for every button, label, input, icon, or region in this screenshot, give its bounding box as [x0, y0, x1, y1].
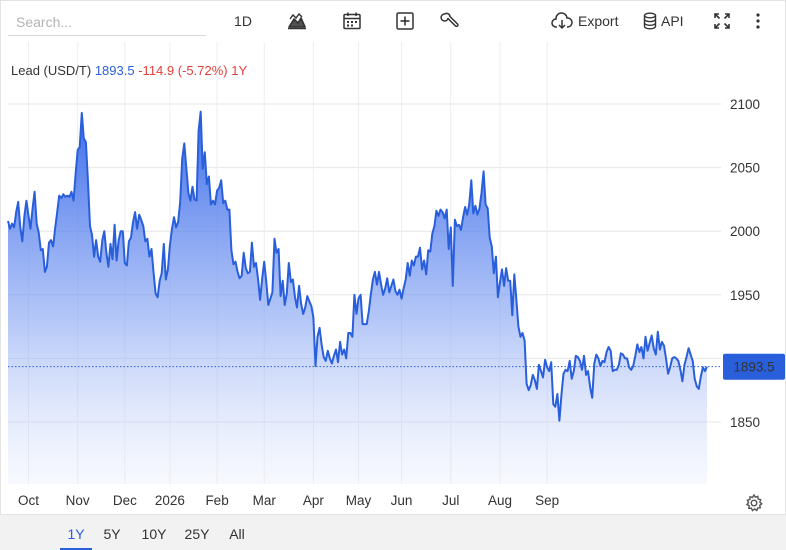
range-button-25y[interactable]: 25Y [180, 515, 214, 550]
range-button-5y[interactable]: 5Y [96, 515, 128, 550]
legend-percent-change: (-5.72%) [177, 63, 228, 78]
x-tick-label: Feb [205, 493, 228, 508]
calendar-icon [342, 11, 362, 31]
plus-square-icon [395, 11, 415, 31]
api-button[interactable]: API [643, 10, 689, 32]
range-button-10y[interactable]: 10Y [134, 515, 174, 550]
more-menu-button[interactable] [749, 10, 767, 32]
y-tick-label: 2050 [730, 161, 760, 176]
legend-last-value: 1893.5 [94, 63, 135, 78]
fullscreen-icon [713, 12, 731, 30]
legend-period: 1Y [231, 63, 248, 78]
last-price-tag: 1893.5 [723, 353, 785, 380]
settings-tools-button[interactable] [438, 10, 462, 32]
interval-label: 1D [234, 13, 252, 29]
chart-settings-button[interactable] [744, 493, 764, 513]
range-selector: 1Y 5Y 10Y 25Y All [0, 514, 786, 550]
y-tick-label: 2000 [730, 224, 760, 239]
interval-button[interactable]: 1D [226, 10, 260, 32]
legend-change: -114.9 [138, 63, 175, 78]
x-tick-label: Jun [391, 493, 413, 508]
toolbar: 1D Export API [0, 0, 786, 42]
wrench-icon [440, 11, 460, 31]
y-tick-label: 1850 [730, 415, 760, 430]
export-button[interactable]: Export [551, 10, 623, 32]
x-tick-label: Oct [18, 493, 39, 508]
x-tick-label: Dec [113, 493, 137, 508]
cloud-download-icon [551, 12, 573, 30]
x-tick-label: 2026 [155, 493, 185, 508]
x-tick-label: Nov [66, 493, 90, 508]
range-button-1y[interactable]: 1Y [60, 515, 92, 550]
api-label: API [661, 13, 684, 29]
last-price-label: 1893.5 [733, 360, 774, 375]
calendar-button[interactable] [340, 10, 364, 32]
legend-symbol: Lead (USD/T) [11, 63, 92, 78]
database-icon [643, 12, 657, 30]
price-chart[interactable]: 185019001950200020502100 OctNovDec2026Fe… [0, 42, 786, 514]
add-indicator-button[interactable] [393, 10, 417, 32]
range-button-all[interactable]: All [222, 515, 252, 550]
x-tick-label: Sep [535, 493, 559, 508]
x-tick-label: Mar [253, 493, 277, 508]
export-label: Export [578, 13, 619, 29]
fullscreen-button[interactable] [711, 10, 733, 32]
mountain-chart-icon [287, 12, 307, 30]
y-tick-label: 2100 [730, 97, 760, 112]
search-input[interactable] [8, 8, 206, 36]
x-tick-label: Jul [442, 493, 459, 508]
x-tick-label: Apr [303, 493, 325, 508]
chart-legend: Lead (USD/T) 1893.5 -114.9 (-5.72%) 1Y [11, 63, 247, 78]
x-tick-label: Aug [488, 493, 512, 508]
y-tick-label: 1950 [730, 288, 760, 303]
y-axis: 185019001950200020502100 [730, 97, 760, 430]
chart-type-button[interactable] [285, 10, 309, 32]
x-tick-label: May [346, 493, 372, 508]
more-vertical-icon [755, 12, 761, 30]
x-axis: Oct Nov Dec 2026 Feb Mar Apr May Jun Jul Aug Sep [18, 493, 559, 508]
